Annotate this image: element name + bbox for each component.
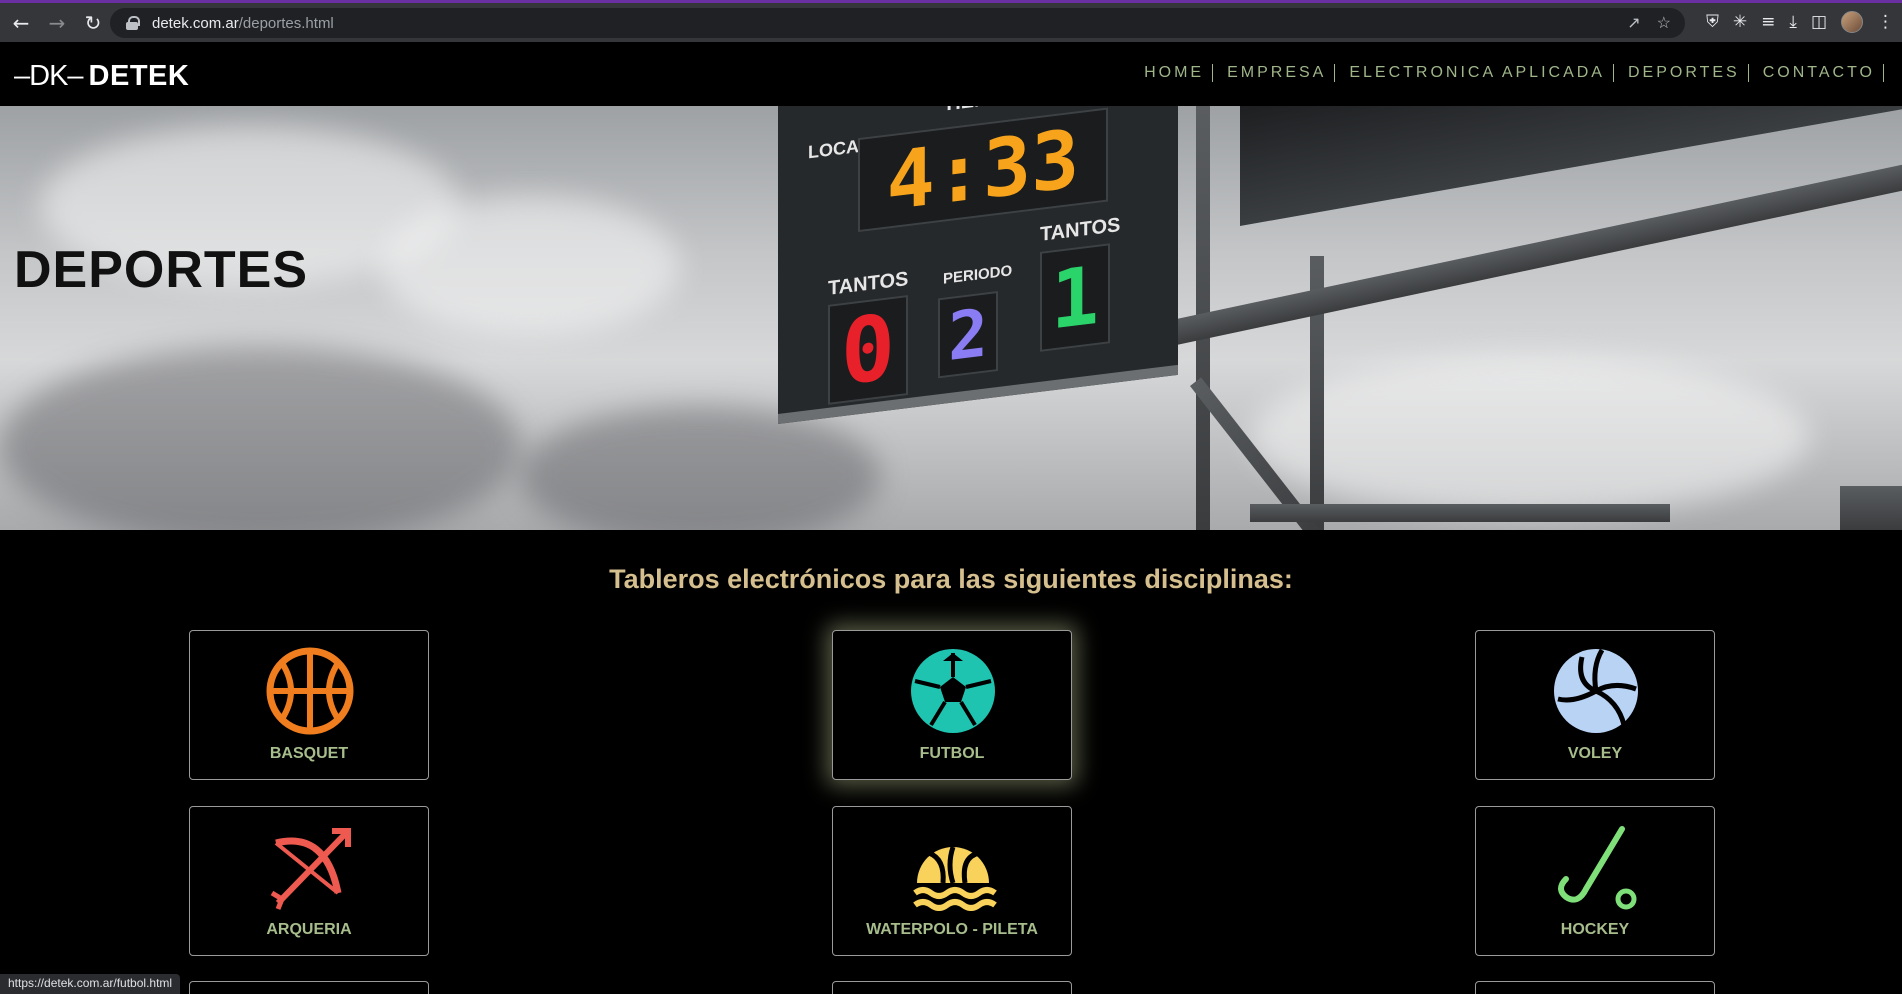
logo-mark: –DK– xyxy=(14,60,84,92)
sport-label: ARQUERIA xyxy=(266,921,352,938)
nav-home[interactable]: HOME xyxy=(1130,64,1214,82)
sport-label: VOLEY xyxy=(1567,745,1623,762)
menu-kebab-icon[interactable]: ⋮ xyxy=(1877,12,1894,32)
sport-card-voley[interactable]: VOLEY xyxy=(1475,630,1715,780)
address-bar[interactable]: detek.com.ar/deportes.html ↗ ☆ xyxy=(110,8,1685,38)
sport-card-arqueria[interactable]: ARQUERIA xyxy=(189,806,429,956)
sport-label: BASQUET xyxy=(269,745,349,762)
volleyball-icon xyxy=(1554,648,1638,733)
scoreboard-image: TIEMPO LOCAL 4:33 TANTOS PERIODO TANTOS … xyxy=(778,106,1178,425)
scoreboard-periodo: 2 xyxy=(938,290,998,379)
nav-deportes[interactable]: DEPORTES xyxy=(1614,64,1749,82)
sport-card-waterpolo[interactable]: WATERPOLO - PILETA xyxy=(832,806,1072,956)
reading-list-icon[interactable]: ≡ xyxy=(1761,12,1775,32)
sport-label: WATERPOLO - PILETA xyxy=(866,921,1038,938)
sport-card-futbol[interactable]: FUTBOL xyxy=(832,630,1072,780)
basketball-icon xyxy=(266,647,354,735)
status-bar-url: https://detek.com.ar/futbol.html xyxy=(0,974,181,994)
logo-text: DETEK xyxy=(88,60,190,92)
browser-toolbar: ← → ↻ detek.com.ar/deportes.html ↗ ☆ ⛨ ✳… xyxy=(0,0,1902,42)
scoreboard-tantos-right-label: TANTOS xyxy=(1040,213,1121,246)
waterpolo-icon xyxy=(913,846,997,911)
url-host: detek.com.ar xyxy=(152,14,239,32)
profile-avatar[interactable] xyxy=(1841,11,1863,33)
page-title: DEPORTES xyxy=(14,241,309,299)
scoreboard-tiempo-label: TIEMPO xyxy=(943,106,1020,117)
nav-empresa[interactable]: EMPRESA xyxy=(1213,64,1336,82)
hero-banner: TIEMPO LOCAL 4:33 TANTOS PERIODO TANTOS … xyxy=(0,106,1902,530)
reload-icon[interactable]: ↻ xyxy=(78,8,108,38)
scoreboard-time: 4:33 xyxy=(858,107,1108,233)
nav-contacto[interactable]: CONTACTO xyxy=(1749,64,1884,82)
scoreboard-score-left: 0 xyxy=(828,294,908,406)
sport-card-hockey[interactable]: HOCKEY xyxy=(1475,806,1715,956)
side-panel-icon[interactable]: ◫ xyxy=(1811,12,1827,32)
sport-label: HOCKEY xyxy=(1560,921,1630,938)
back-arrow-icon[interactable]: ← xyxy=(6,8,36,38)
forward-arrow-icon[interactable]: → xyxy=(42,8,72,38)
scoreboard-periodo-label: PERIODO xyxy=(943,262,1013,288)
download-icon[interactable]: ⤓ xyxy=(1789,12,1797,32)
sport-card-partial[interactable] xyxy=(189,981,429,994)
share-icon[interactable]: ↗ xyxy=(1627,13,1640,33)
detek-logo[interactable]: –DK– DETEK xyxy=(14,60,189,93)
url-path: /deportes.html xyxy=(238,14,334,32)
nav-electronica-aplicada[interactable]: ELECTRONICA APLICADA xyxy=(1335,64,1614,82)
main-nav: HOME EMPRESA ELECTRONICA APLICADA DEPORT… xyxy=(1130,64,1884,82)
bow-arrow-icon xyxy=(270,828,351,910)
lock-icon xyxy=(126,16,140,30)
hockey-stick-icon xyxy=(1558,826,1637,910)
soccer-ball-icon xyxy=(911,649,995,733)
section-title: Tableros electrónicos para las siguiente… xyxy=(609,564,1293,594)
sport-label: FUTBOL xyxy=(919,745,985,762)
sport-card-basquet[interactable]: BASQUET xyxy=(189,630,429,780)
bookmark-star-icon[interactable]: ☆ xyxy=(1657,13,1671,33)
sport-card-partial[interactable] xyxy=(832,981,1072,994)
sport-card-partial[interactable] xyxy=(1475,981,1715,994)
site-header: –DK– DETEK HOME EMPRESA ELECTRONICA APLI… xyxy=(0,42,1902,106)
puzzle-extensions-icon[interactable]: ✳ xyxy=(1733,12,1747,32)
scoreboard-score-right: 1 xyxy=(1040,243,1110,352)
shield-extension-icon[interactable]: ⛨ xyxy=(1706,12,1719,32)
